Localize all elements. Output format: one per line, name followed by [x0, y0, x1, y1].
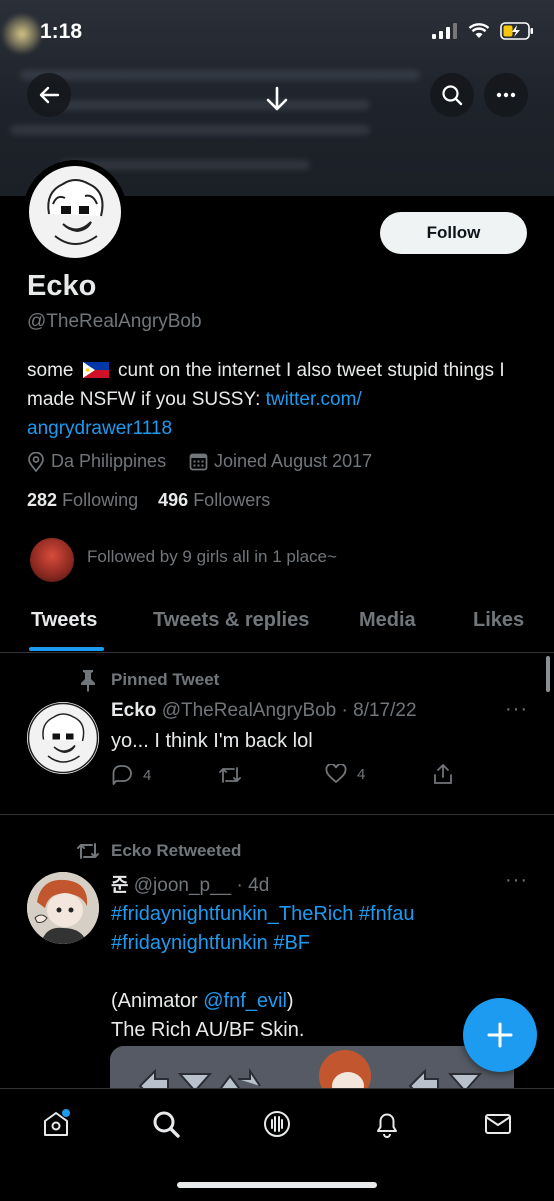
profile-handle: @TheRealAngryBob: [27, 311, 202, 332]
tweet-header: 준 @joon_p__ · 4d: [111, 870, 269, 897]
status-time: 1:18: [40, 20, 83, 43]
scrollbar[interactable]: [546, 656, 550, 692]
like-icon: [325, 764, 347, 784]
followed-by-text[interactable]: Followed by 9 girls all in 1 place~: [87, 547, 337, 567]
bio-text-start: some: [27, 360, 74, 381]
back-arrow-icon: [39, 86, 60, 104]
status-icons: [432, 22, 534, 40]
tweet-text: #fridaynightfunkin_TheRich #fnfau #frida…: [111, 900, 415, 1045]
pin-icon: [81, 670, 95, 692]
battery-icon: [500, 22, 533, 40]
tweet-more-button[interactable]: ···: [505, 698, 528, 721]
calendar-icon: [189, 453, 208, 471]
home-icon: [44, 1109, 70, 1136]
search-icon: [442, 85, 463, 106]
profile-bio: some cunt on the internet I also tweet s…: [27, 356, 527, 443]
reply-icon: [112, 765, 132, 785]
notifications-icon: [377, 1113, 397, 1138]
like-button[interactable]: 4: [325, 764, 365, 784]
like-count: 4: [357, 765, 366, 783]
followed-by-avatar[interactable]: [30, 538, 74, 582]
location-icon: [28, 451, 44, 472]
signal-icon: [432, 23, 457, 39]
pinned-label: Pinned Tweet: [111, 670, 220, 689]
back-button[interactable]: [27, 73, 71, 117]
animator-suffix: ): [286, 990, 294, 1012]
animator-mention[interactable]: @fnf_evil: [203, 990, 287, 1012]
hashtags-line-2[interactable]: #fridaynightfunkin #BF: [111, 932, 310, 954]
tab-media[interactable]: Media: [359, 609, 416, 632]
tweet-avatar[interactable]: [27, 872, 99, 944]
reply-count: 4: [143, 766, 152, 784]
profile-location: Da Philippines: [27, 451, 166, 472]
retweet-icon: [219, 767, 241, 783]
search-button[interactable]: [430, 73, 474, 117]
wifi-icon: [468, 23, 490, 38]
tweet-header: Ecko @TheRealAngryBob · 8/17/22: [111, 700, 417, 722]
followers-link[interactable]: 496 Followers: [158, 490, 270, 510]
compose-tweet-button[interactable]: [463, 998, 537, 1072]
compose-icon: [487, 1022, 513, 1048]
tweet-author-meta: @joon_p__ · 4d: [133, 875, 270, 896]
spaces-icon: [264, 1111, 290, 1137]
scroll-down-indicator: [265, 86, 289, 117]
animator-prefix: (Animator: [111, 990, 204, 1012]
active-tab-indicator: [29, 647, 104, 651]
search-icon: [153, 1111, 180, 1138]
more-icon: [496, 92, 516, 98]
follow-counts: 282 Following 496 Followers: [27, 490, 270, 511]
tweet-author-meta: @TheRealAngryBob · 8/17/22: [161, 700, 417, 721]
hashtags-line-1[interactable]: #fridaynightfunkin_TheRich #fnfau: [111, 903, 415, 925]
messages-icon: [485, 1114, 511, 1134]
tweet-author-name[interactable]: 준: [111, 875, 128, 896]
tweet-text-last-line: The Rich AU/BF Skin.: [111, 1019, 305, 1041]
home-indicator[interactable]: [177, 1182, 377, 1188]
pin-icon-wrap: [78, 668, 98, 697]
philippines-flag-icon: [82, 362, 109, 378]
tweet-avatar[interactable]: [27, 702, 99, 774]
tweet-divider: [0, 814, 554, 815]
follow-button[interactable]: Follow: [380, 212, 527, 254]
tweet-author-name[interactable]: Ecko: [111, 700, 156, 721]
nav-notifications[interactable]: [367, 1104, 407, 1144]
tab-tweets[interactable]: Tweets: [31, 609, 97, 632]
nav-search[interactable]: [146, 1104, 186, 1144]
more-options-button[interactable]: [484, 73, 528, 117]
tab-tweets-replies[interactable]: Tweets & replies: [153, 609, 309, 632]
following-link[interactable]: 282 Following: [27, 490, 138, 510]
retweet-button[interactable]: [218, 764, 242, 786]
profile-joined-date: Joined August 2017: [189, 451, 372, 472]
nav-messages[interactable]: [478, 1104, 518, 1144]
retweet-icon: [77, 843, 99, 859]
profile-name: Ecko: [27, 270, 97, 302]
reply-button[interactable]: 4: [111, 764, 151, 786]
retweet-context-icon-wrap: [76, 840, 100, 867]
share-button[interactable]: [432, 763, 454, 785]
tweet-text: yo... I think I'm back lol: [111, 730, 313, 752]
profile-avatar[interactable]: [23, 160, 127, 264]
nav-home[interactable]: [36, 1104, 76, 1144]
retweeted-label: Ecko Retweeted: [111, 841, 242, 860]
tweet-more-button[interactable]: ···: [505, 869, 528, 892]
nav-spaces[interactable]: [257, 1104, 297, 1144]
tabs-divider: [0, 652, 554, 653]
share-icon: [434, 764, 452, 784]
banner-glow: [2, 14, 42, 54]
down-arrow-icon: [266, 86, 288, 111]
tab-likes[interactable]: Likes: [473, 609, 524, 632]
